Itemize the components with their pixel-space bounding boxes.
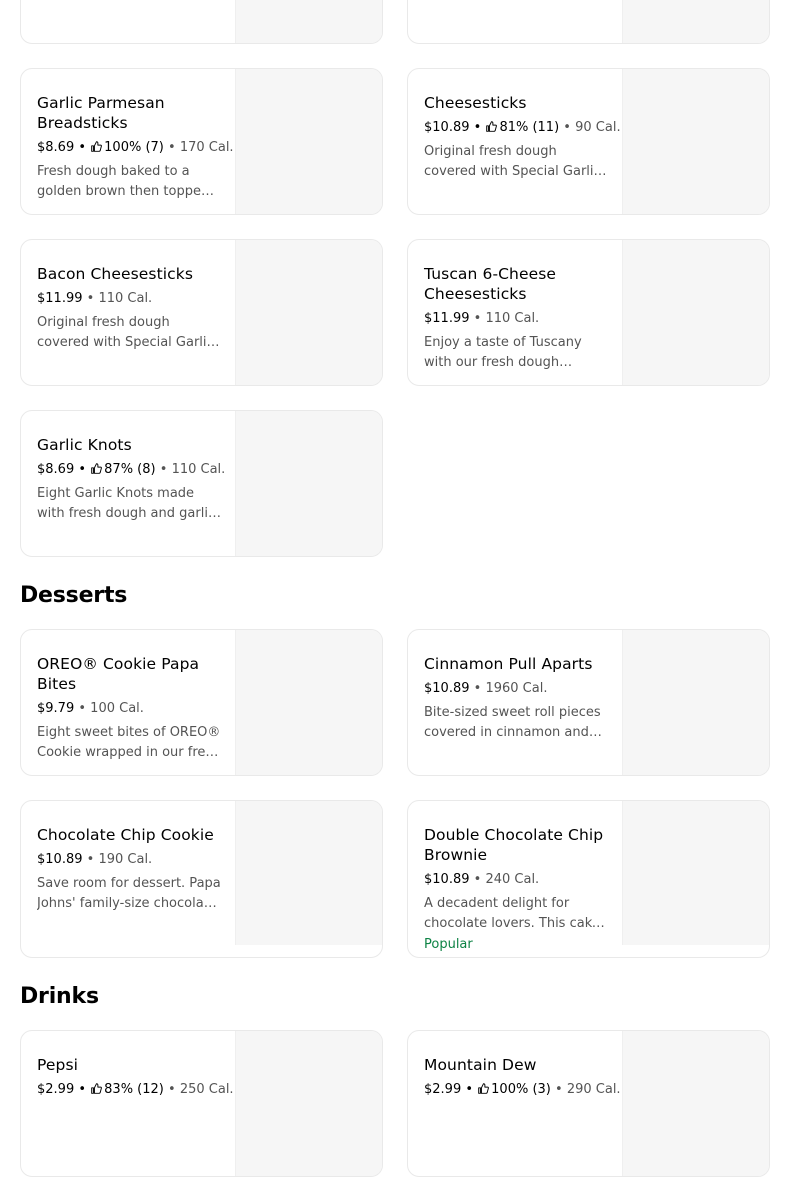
popular-badge: Popular	[424, 937, 473, 952]
item-name: Double Chocolate Chip Brownie	[424, 826, 604, 864]
item-name: Cheesesticks	[424, 94, 527, 112]
item-calories: 90 Cal.	[575, 120, 621, 135]
item-image	[622, 1031, 769, 1176]
thumbs-up-icon	[91, 463, 103, 474]
item-name: Garlic Knots	[37, 436, 132, 454]
menu-item-chocolate-chip-cookie[interactable]: Chocolate Chip Cookie $10.89 • 190 Cal. …	[20, 800, 383, 958]
item-meta: $10.89 • 81% (11) • 90 Cal.	[424, 120, 621, 135]
item-calories: 100 Cal.	[90, 701, 144, 716]
item-description: Eight Garlic Knots made with fresh dough…	[37, 486, 216, 521]
item-image	[622, 240, 769, 385]
item-description: Save room for dessert. Papa Johns' famil…	[37, 876, 221, 911]
item-name: OREO® Cookie Papa Bites	[37, 655, 200, 693]
item-name: Garlic Parmesan Breadsticks	[37, 94, 165, 132]
menu-item-double-chocolate-chip-brownie[interactable]: Double Chocolate Chip Brownie $10.89 • 2…	[407, 800, 770, 958]
item-rating: 81% (11)	[499, 120, 560, 135]
item-name: Tuscan 6-Cheese Cheesesticks	[424, 265, 557, 303]
item-calories: 170 Cal.	[179, 140, 234, 155]
section-title-drinks: Drinks	[20, 984, 99, 1009]
menu-item-garlic-knots[interactable]: Garlic Knots $8.69 • 87% (8) • 110 Cal. …	[20, 410, 383, 557]
menu-item-card[interactable]	[407, 0, 770, 44]
menu-item-oreo-cookie-papa-bites[interactable]: OREO® Cookie Papa Bites $9.79 • 100 Cal.…	[20, 629, 383, 776]
item-image	[235, 69, 382, 214]
item-price: $10.89	[424, 120, 470, 135]
section-title-desserts: Desserts	[20, 583, 128, 608]
item-image	[622, 0, 769, 43]
item-calories: 1960 Cal.	[485, 681, 548, 696]
item-price: $10.89	[424, 681, 470, 696]
thumbs-up-icon	[91, 141, 103, 152]
item-price: $11.99	[424, 311, 470, 326]
item-rating: 87% (8)	[104, 462, 156, 477]
item-price: $10.89	[424, 872, 470, 887]
item-price: $11.99	[37, 291, 83, 306]
item-image	[622, 801, 769, 945]
item-calories: 110 Cal.	[171, 462, 226, 477]
item-price: $8.69	[37, 462, 75, 477]
item-image	[235, 801, 382, 945]
item-description: Enjoy a taste of Tuscany with our fresh …	[424, 335, 582, 370]
item-meta: $10.89 • 240 Cal.	[424, 872, 540, 887]
item-name: Cinnamon Pull Aparts	[424, 655, 593, 673]
item-description: Original fresh dough covered with Specia…	[424, 144, 601, 179]
menu-item-garlic-parmesan-breadsticks[interactable]: Garlic Parmesan Breadsticks $8.69 • 100%…	[20, 68, 383, 215]
item-meta: $10.89 • 1960 Cal.	[424, 681, 548, 696]
item-name: Pepsi	[37, 1056, 79, 1074]
item-image	[235, 0, 382, 43]
item-meta: $8.69 • 100% (7) • 170 Cal.	[37, 140, 234, 155]
item-image	[622, 630, 769, 775]
item-price: $8.69	[37, 140, 75, 155]
menu-item-bacon-cheesesticks[interactable]: Bacon Cheesesticks $11.99 • 110 Cal. Ori…	[20, 239, 383, 386]
item-description: A decadent delight for chocolate lovers.…	[424, 896, 605, 931]
item-meta: $2.99 • 100% (3) • 290 Cal.	[424, 1082, 621, 1097]
item-image	[235, 240, 382, 385]
item-price: $10.89	[37, 852, 83, 867]
item-meta: $8.69 • 87% (8) • 110 Cal.	[37, 462, 226, 477]
item-name: Chocolate Chip Cookie	[37, 826, 214, 844]
item-meta: $11.99 • 110 Cal.	[424, 311, 540, 326]
item-name: Bacon Cheesesticks	[37, 265, 194, 283]
menu-item-tuscan-cheesesticks[interactable]: Tuscan 6-Cheese Cheesesticks $11.99 • 11…	[407, 239, 770, 386]
item-calories: 240 Cal.	[485, 872, 540, 887]
menu-item-cinnamon-pull-aparts[interactable]: Cinnamon Pull Aparts $10.89 • 1960 Cal. …	[407, 629, 770, 776]
item-meta: $10.89 • 190 Cal.	[37, 852, 153, 867]
menu-item-mountain-dew[interactable]: Mountain Dew $2.99 • 100% (3) • 290 Cal.	[407, 1030, 770, 1177]
item-meta: $9.79 • 100 Cal.	[37, 701, 144, 716]
item-description: Original fresh dough covered with Specia…	[37, 315, 214, 350]
item-image	[235, 1031, 382, 1176]
menu-item-pepsi[interactable]: Pepsi $2.99 • 83% (12) • 250 Cal.	[20, 1030, 383, 1177]
thumbs-up-icon	[478, 1083, 490, 1094]
item-description: Bite-sized sweet roll pieces covered in …	[424, 705, 601, 740]
item-image	[622, 69, 769, 214]
thumbs-up-icon	[91, 1083, 103, 1094]
menu-item-cheesesticks[interactable]: Cheesesticks $10.89 • 81% (11) • 90 Cal.…	[407, 68, 770, 215]
item-meta: $11.99 • 110 Cal.	[37, 291, 153, 306]
item-meta: $2.99 • 83% (12) • 250 Cal.	[37, 1082, 234, 1097]
item-description: Fresh dough baked to a golden brown then…	[37, 164, 210, 199]
item-description: Eight sweet bites of OREO® Cookie wrappe…	[37, 725, 221, 760]
item-rating: 100% (7)	[104, 140, 164, 155]
item-calories: 190 Cal.	[98, 852, 153, 867]
menu-item-card[interactable]	[20, 0, 383, 44]
thumbs-up-icon	[486, 121, 498, 132]
item-calories: 110 Cal.	[98, 291, 153, 306]
item-image	[235, 411, 382, 556]
item-name: Mountain Dew	[424, 1056, 537, 1074]
item-price: $9.79	[37, 701, 75, 716]
item-calories: 110 Cal.	[485, 311, 540, 326]
item-image	[235, 630, 382, 775]
